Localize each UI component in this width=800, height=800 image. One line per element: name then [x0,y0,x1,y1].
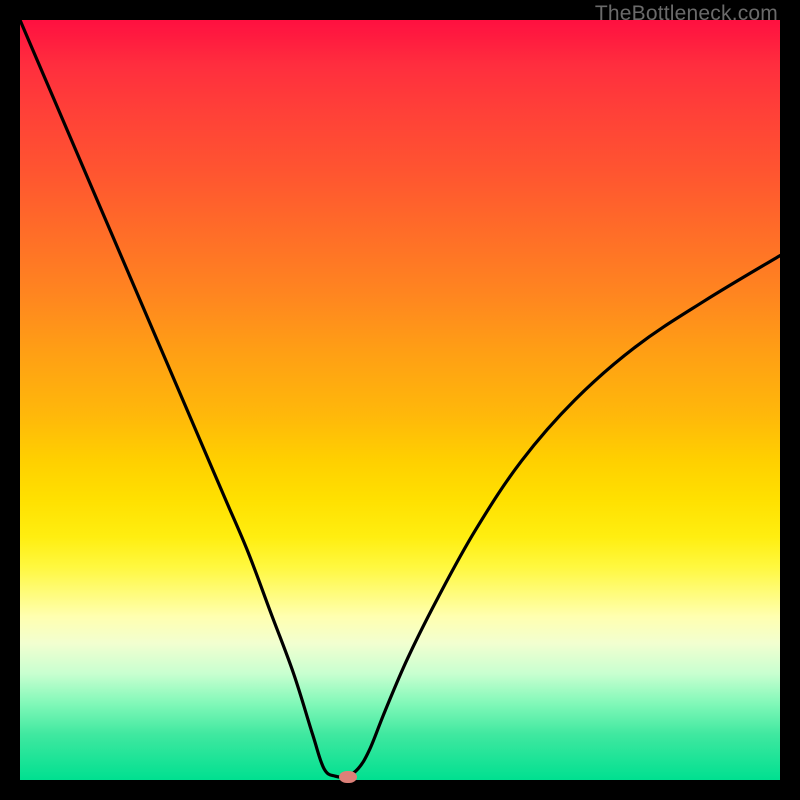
bottleneck-curve [20,20,780,780]
watermark-text: TheBottleneck.com [595,2,778,26]
optimal-point-marker [339,771,357,783]
chart-frame [20,20,780,780]
